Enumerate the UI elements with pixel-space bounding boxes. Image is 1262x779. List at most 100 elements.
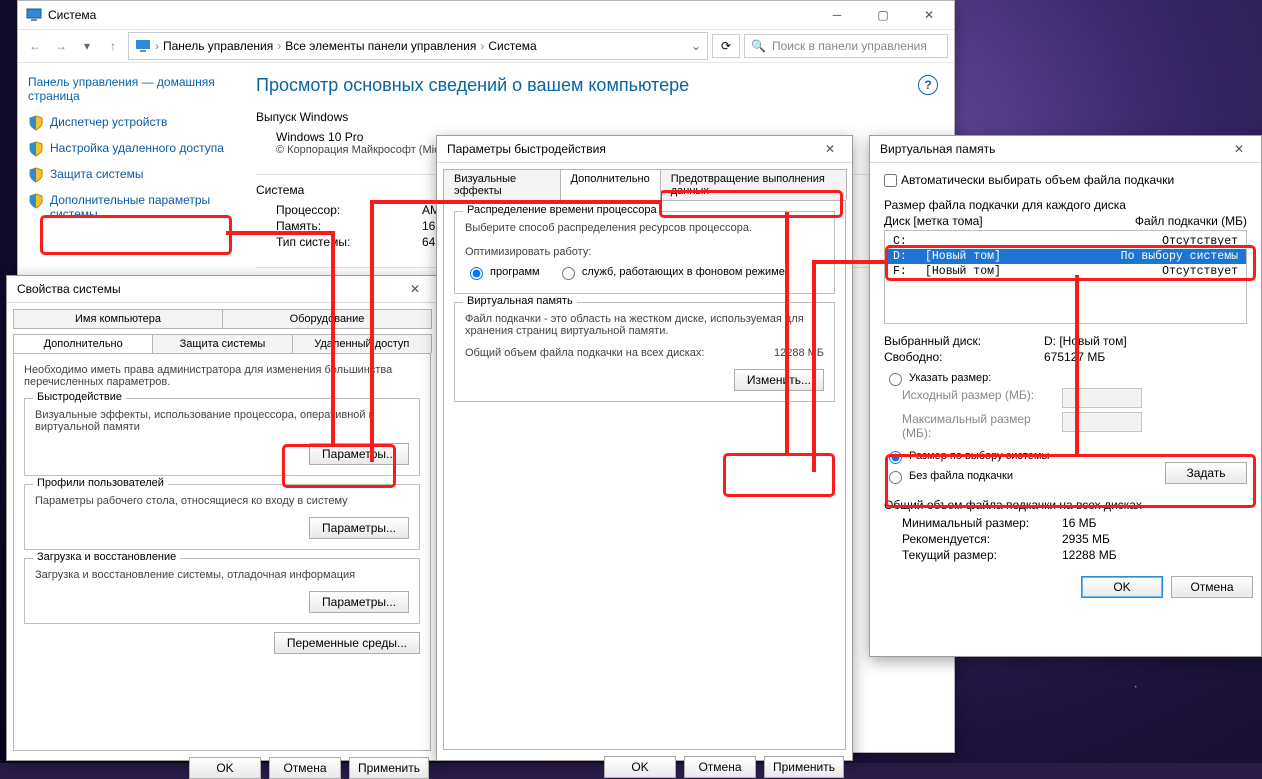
radio-custom-size[interactable]: Указать размер: — [884, 370, 1233, 386]
cancel-button[interactable]: Отмена — [269, 757, 341, 779]
sidebar-item-label: Настройка удаленного доступа — [50, 141, 224, 155]
page-title: Просмотр основных сведений о вашем компь… — [256, 75, 934, 96]
selected-drive-value: D: [Новый том] — [1044, 334, 1247, 348]
ok-button[interactable]: OK — [189, 757, 261, 779]
disk-row[interactable]: F:[Новый том]Отсутствует — [885, 264, 1246, 279]
tab-advanced[interactable]: Дополнительно — [13, 334, 153, 353]
virtual-memory-dialog: Виртуальная память ✕ Автоматически выбир… — [869, 135, 1262, 657]
nav-back-button[interactable]: ← — [24, 35, 46, 57]
performance-options-dialog: Параметры быстродействия ✕ Визуальные эф… — [436, 135, 853, 761]
disk-list[interactable]: C:Отсутствует D:[Новый том]По выбору сис… — [884, 230, 1247, 324]
cancel-button[interactable]: Отмена — [1171, 576, 1253, 598]
breadcrumb-seg[interactable]: Панель управления — [163, 39, 273, 53]
init-size-label: Исходный размер (МБ): — [902, 388, 1062, 408]
nav-forward-button[interactable]: → — [50, 35, 72, 57]
tab-computer-name[interactable]: Имя компьютера — [13, 309, 223, 329]
sidebar-item-remote[interactable]: Настройка удаленного доступа — [28, 141, 226, 157]
dialog-title: Свойства системы — [17, 282, 403, 296]
dialog-title: Виртуальная память — [880, 142, 1227, 156]
cur-value: 12288 МБ — [1062, 548, 1117, 562]
free-value: 675127 МБ — [1044, 350, 1247, 364]
tab-visual-effects[interactable]: Визуальные эффекты — [443, 169, 561, 200]
disk-row-selected[interactable]: D:[Новый том]По выбору системы — [885, 249, 1246, 264]
sidebar-item-protection[interactable]: Защита системы — [28, 167, 226, 183]
ram-label: Память: — [276, 219, 422, 233]
performance-settings-button[interactable]: Параметры... — [309, 443, 409, 465]
breadcrumb[interactable]: › Панель управления› Все элементы панели… — [128, 32, 708, 60]
profiles-settings-button[interactable]: Параметры... — [309, 517, 409, 539]
rec-label: Рекомендуется: — [902, 532, 1062, 546]
env-vars-button[interactable]: Переменные среды... — [274, 632, 420, 654]
breadcrumb-seg[interactable]: Все элементы панели управления — [285, 39, 476, 53]
min-label: Минимальный размер: — [902, 516, 1062, 530]
dialog-title: Параметры быстродействия — [447, 142, 818, 156]
free-label: Свободно: — [884, 350, 1044, 364]
shield-icon — [28, 141, 44, 157]
shield-icon — [28, 115, 44, 131]
col-pagefile: Файл подкачки (МБ) — [1135, 214, 1247, 228]
radio-no-pagefile[interactable]: Без файла подкачки — [884, 468, 1151, 484]
scheduling-group: Распределение времени процессора Выберит… — [454, 211, 835, 294]
sidebar-item-label: Защита системы — [50, 167, 143, 181]
auto-manage-checkbox[interactable]: Автоматически выбирать объем файла подка… — [884, 173, 1174, 187]
sidebar-item-device-manager[interactable]: Диспетчер устройств — [28, 115, 226, 131]
apply-button[interactable]: Применить — [349, 757, 429, 779]
sidebar-item-label: Дополнительные параметры системы — [50, 193, 226, 221]
close-button[interactable]: ✕ — [818, 139, 842, 159]
tab-advanced[interactable]: Дополнительно — [560, 169, 661, 200]
radio-background[interactable]: служб, работающих в фоновом режиме — [557, 264, 785, 280]
tab-hardware[interactable]: Оборудование — [222, 309, 432, 329]
close-button[interactable]: ✕ — [1227, 139, 1251, 159]
refresh-button[interactable]: ⟳ — [712, 34, 740, 58]
max-size-input — [1062, 412, 1142, 432]
nav-up-button[interactable]: ↑ — [102, 35, 124, 57]
size-label: Размер файла подкачки для каждого диска — [884, 198, 1247, 212]
close-button[interactable]: ✕ — [906, 1, 952, 29]
search-icon: 🔍 — [751, 39, 766, 53]
maximize-button[interactable]: ▢ — [860, 1, 906, 29]
close-button[interactable]: ✕ — [403, 279, 427, 299]
system-icon — [26, 7, 42, 23]
set-button[interactable]: Задать — [1165, 462, 1247, 484]
tab-protection[interactable]: Защита системы — [152, 334, 292, 353]
col-disk: Диск [метка тома] — [884, 214, 1135, 228]
startup-settings-button[interactable]: Параметры... — [309, 591, 409, 613]
min-value: 16 МБ — [1062, 516, 1097, 530]
disk-row[interactable]: C:Отсутствует — [885, 234, 1246, 249]
sidebar-heading[interactable]: Панель управления — домашняя страница — [28, 75, 226, 103]
nav-history-button[interactable]: ▾ — [76, 35, 98, 57]
help-icon[interactable]: ? — [918, 75, 938, 95]
radio-system-managed[interactable]: Размер по выбору системы — [884, 448, 1151, 464]
vmem-total-value: 12288 МБ — [774, 347, 824, 359]
profiles-desc: Параметры рабочего стола, относящиеся ко… — [35, 495, 409, 507]
ok-button[interactable]: OK — [1081, 576, 1163, 598]
admin-note: Необходимо иметь права администратора дл… — [24, 364, 420, 388]
perf-desc: Визуальные эффекты, использование процес… — [35, 409, 409, 433]
sched-opt-label: Оптимизировать работу: — [465, 246, 824, 258]
titlebar: Система ─ ▢ ✕ — [18, 1, 954, 29]
navbar: ← → ▾ ↑ › Панель управления› Все элемент… — [18, 29, 954, 63]
dialog-titlebar: Параметры быстродействия ✕ — [437, 136, 852, 163]
sched-desc: Выберите способ распределения ресурсов п… — [465, 222, 824, 234]
apply-button[interactable]: Применить — [764, 756, 844, 778]
profiles-group: Профили пользователей Параметры рабочего… — [24, 484, 420, 550]
window-title: Система — [48, 8, 814, 22]
max-size-label: Максимальный размер (МБ): — [902, 412, 1062, 440]
dialog-buttons: OK Отмена Применить — [445, 756, 844, 778]
cancel-button[interactable]: Отмена — [684, 756, 756, 778]
ok-button[interactable]: OK — [604, 756, 676, 778]
breadcrumb-seg[interactable]: Система — [488, 39, 536, 53]
cpu-label: Процессор: — [276, 203, 422, 217]
minimize-button[interactable]: ─ — [814, 1, 860, 29]
shield-icon — [28, 193, 44, 209]
sidebar-item-advanced[interactable]: Дополнительные параметры системы — [28, 193, 226, 221]
vmem-group: Виртуальная память Файл подкачки - это о… — [454, 302, 835, 402]
tab-dep[interactable]: Предотвращение выполнения данных — [660, 169, 847, 200]
vmem-change-button[interactable]: Изменить... — [734, 369, 824, 391]
dialog-titlebar: Виртуальная память ✕ — [870, 136, 1261, 163]
startup-group: Загрузка и восстановление Загрузка и вос… — [24, 558, 420, 624]
tab-remote[interactable]: Удаленный доступ — [292, 334, 432, 353]
radio-programs[interactable]: программ — [465, 264, 540, 280]
search-input[interactable]: 🔍 Поиск в панели управления — [744, 34, 948, 58]
vmem-desc: Файл подкачки - это область на жестком д… — [465, 313, 824, 337]
